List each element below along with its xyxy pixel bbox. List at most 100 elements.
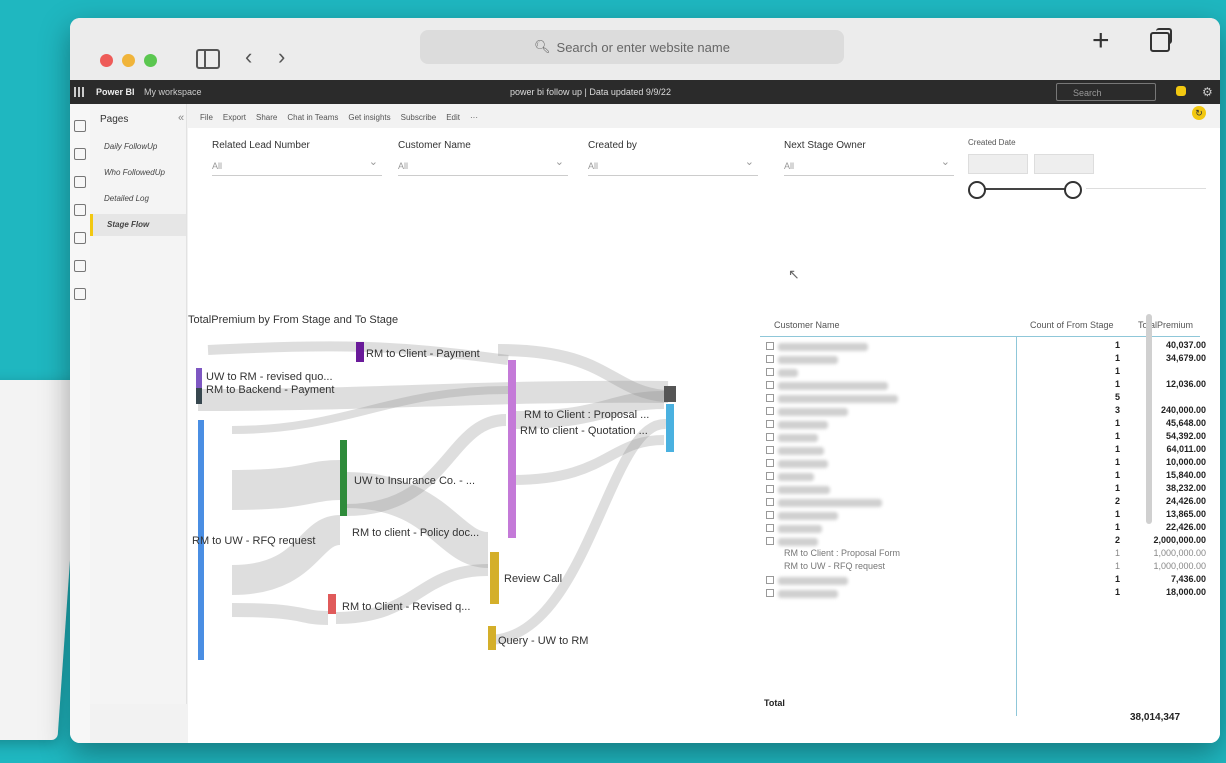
- table-row[interactable]: 1 10,000.00: [760, 457, 1206, 470]
- table-row[interactable]: 1 38,232.00: [760, 483, 1206, 496]
- collapse-pages-icon[interactable]: «: [178, 112, 184, 124]
- expand-row-icon[interactable]: [766, 368, 774, 376]
- expand-row-icon[interactable]: [766, 472, 774, 480]
- new-tab-icon[interactable]: +: [1092, 24, 1110, 58]
- page-tab-detailed-log[interactable]: Detailed Log: [90, 188, 186, 210]
- sidebar-toggle-icon[interactable]: [196, 49, 220, 69]
- start-date-input[interactable]: [968, 154, 1028, 174]
- expand-row-icon[interactable]: [766, 446, 774, 454]
- slicer-dropdown[interactable]: All: [784, 153, 954, 176]
- table-row[interactable]: 5: [760, 392, 1200, 405]
- table-row[interactable]: RM to UW - RFQ request 1 1,000,000.00: [760, 561, 1206, 574]
- refresh-icon[interactable]: ↻: [1192, 106, 1206, 120]
- sankey-node[interactable]: [196, 368, 202, 388]
- page-tab-who-followedup[interactable]: Who FollowedUp: [90, 162, 186, 184]
- sankey-node[interactable]: [356, 342, 364, 362]
- end-date-input[interactable]: [1034, 154, 1094, 174]
- sankey-node[interactable]: [666, 404, 674, 452]
- data-hub-icon[interactable]: [74, 204, 86, 216]
- share-button[interactable]: Share: [256, 113, 277, 122]
- expand-row-icon[interactable]: [766, 420, 774, 428]
- expand-row-icon[interactable]: [766, 589, 774, 597]
- chat-in-teams-button[interactable]: Chat in Teams: [287, 113, 338, 122]
- table-row[interactable]: 3 240,000.00: [760, 405, 1206, 418]
- slicer-created-by[interactable]: Created by All: [588, 140, 758, 176]
- notifications-icon[interactable]: [1176, 86, 1186, 96]
- settings-icon[interactable]: ⚙: [1202, 85, 1213, 99]
- expand-row-icon[interactable]: [766, 407, 774, 415]
- sankey-node[interactable]: [328, 594, 336, 614]
- address-bar[interactable]: 🔍︎ Search or enter website name: [420, 30, 844, 64]
- expand-row-icon[interactable]: [766, 433, 774, 441]
- slicer-created-date[interactable]: Created Date: [968, 138, 1206, 199]
- expand-row-icon[interactable]: [766, 485, 774, 493]
- table-row[interactable]: 1 15,840.00: [760, 470, 1206, 483]
- sankey-chart[interactable]: RM to Client - Payment UW to RM - revise…: [188, 330, 748, 680]
- minimize-window-button[interactable]: [122, 54, 135, 67]
- column-header-customer-name[interactable]: Customer Name: [774, 320, 840, 330]
- report-title[interactable]: power bi follow up | Data updated 9/9/22: [510, 87, 671, 97]
- close-window-button[interactable]: [100, 54, 113, 67]
- table-row[interactable]: 1 34,679.00: [760, 353, 1206, 366]
- table-row[interactable]: 1 12,036.00: [760, 379, 1206, 392]
- forward-arrow-icon[interactable]: ›: [278, 44, 285, 70]
- slicer-dropdown[interactable]: All: [212, 153, 382, 176]
- sankey-node[interactable]: [508, 360, 516, 538]
- table-row[interactable]: 1 18,000.00: [760, 587, 1206, 600]
- get-insights-button[interactable]: Get insights: [348, 113, 390, 122]
- expand-row-icon[interactable]: [766, 524, 774, 532]
- expand-row-icon[interactable]: [766, 498, 774, 506]
- end-date-handle[interactable]: [1064, 181, 1082, 199]
- sankey-node[interactable]: [196, 388, 202, 404]
- table-row[interactable]: 2 24,426.00: [760, 496, 1206, 509]
- start-date-handle[interactable]: [968, 181, 986, 199]
- slicer-next-stage-owner[interactable]: Next Stage Owner All: [784, 140, 954, 176]
- table-row[interactable]: 1 40,037.00: [760, 340, 1206, 353]
- expand-row-icon[interactable]: [766, 342, 774, 350]
- expand-row-icon[interactable]: [766, 394, 774, 402]
- create-icon[interactable]: [74, 148, 86, 160]
- table-row[interactable]: 1: [760, 366, 1200, 379]
- table-row[interactable]: RM to Client : Proposal Form 1 1,000,000.0…: [760, 548, 1206, 561]
- sankey-node[interactable]: [664, 386, 676, 402]
- page-tab-daily-followup[interactable]: Daily FollowUp: [90, 136, 186, 158]
- apps-icon[interactable]: [74, 260, 86, 272]
- subscribe-button[interactable]: Subscribe: [401, 113, 437, 122]
- table-row[interactable]: 1 64,011.00: [760, 444, 1206, 457]
- home-icon[interactable]: [74, 120, 86, 132]
- expand-row-icon[interactable]: [766, 355, 774, 363]
- slicer-dropdown[interactable]: All: [588, 153, 758, 176]
- browse-icon[interactable]: [74, 176, 86, 188]
- expand-row-icon[interactable]: [766, 511, 774, 519]
- app-name[interactable]: Power BI: [96, 87, 135, 97]
- goals-icon[interactable]: [74, 232, 86, 244]
- slicer-dropdown[interactable]: All: [398, 153, 568, 176]
- sankey-node[interactable]: [340, 440, 347, 516]
- column-header-count[interactable]: Count of From Stage: [1030, 320, 1114, 330]
- sankey-node[interactable]: [490, 552, 499, 604]
- table-row[interactable]: 1 22,426.00: [760, 522, 1206, 535]
- learn-icon[interactable]: [74, 288, 86, 300]
- table-row[interactable]: 2 2,000,000.00: [760, 535, 1206, 548]
- workspace-link[interactable]: My workspace: [144, 87, 202, 97]
- tab-overview-icon[interactable]: [1150, 28, 1172, 52]
- table-row[interactable]: 1 13,865.00: [760, 509, 1206, 522]
- more-options-button[interactable]: ···: [470, 113, 478, 122]
- table-scrollbar[interactable]: [1146, 314, 1152, 524]
- expand-row-icon[interactable]: [766, 381, 774, 389]
- expand-row-icon[interactable]: [766, 576, 774, 584]
- table-row[interactable]: 1 7,436.00: [760, 574, 1206, 587]
- powerbi-search-input[interactable]: Search: [1056, 83, 1156, 101]
- slicer-customer-name[interactable]: Customer Name All: [398, 140, 568, 176]
- export-menu[interactable]: Export: [223, 113, 246, 122]
- expand-row-icon[interactable]: [766, 537, 774, 545]
- slicer-related-lead-number[interactable]: Related Lead Number All: [212, 140, 382, 176]
- expand-row-icon[interactable]: [766, 459, 774, 467]
- sankey-node[interactable]: [488, 626, 496, 650]
- page-tab-stage-flow[interactable]: Stage Flow: [90, 214, 186, 236]
- zoom-window-button[interactable]: [144, 54, 157, 67]
- table-row[interactable]: 1 54,392.00: [760, 431, 1206, 444]
- table-row[interactable]: 1 45,648.00: [760, 418, 1206, 431]
- file-menu[interactable]: File: [200, 113, 213, 122]
- back-arrow-icon[interactable]: ‹: [245, 44, 252, 70]
